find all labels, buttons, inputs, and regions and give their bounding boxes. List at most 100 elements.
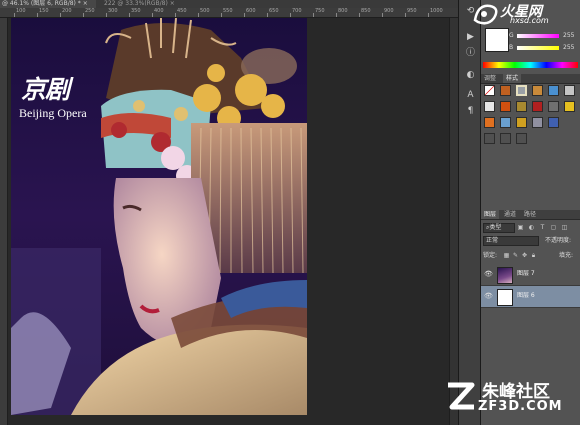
ruler-tick-label: 250 [85,8,95,14]
ruler-tick-mark [428,13,429,17]
style-swatch[interactable] [548,101,559,112]
style-swatch[interactable] [500,117,511,128]
logo-chinese-text: 京剧 [21,75,70,104]
ruler-tick-mark [267,13,268,17]
ruler-tick-mark [60,13,61,17]
ruler-tick-label: 550 [223,8,233,14]
layer-row-selected[interactable]: 👁︎ 图层 6 [481,286,580,308]
tab-layers[interactable]: 图层 [481,210,500,219]
style-swatch[interactable] [532,85,543,96]
opera-photo[interactable]: 京剧 Beijing Opera [11,18,307,415]
tab-channels[interactable]: 通道 [501,210,519,219]
slider-track[interactable] [517,46,559,50]
close-icon[interactable]: × [170,0,175,7]
watermark: 朱峰社区 ZF3D.COM [442,377,572,417]
style-swatch[interactable] [564,101,575,112]
ruler-tick-label: 650 [269,8,279,14]
style-swatch[interactable] [532,117,543,128]
ruler-tick-label: 800 [338,8,348,14]
style-swatch[interactable] [564,85,575,96]
ruler-tick-mark [175,13,176,17]
eye-icon[interactable]: 👁︎ [484,270,493,278]
blend-mode-select[interactable]: 正常 [483,236,539,246]
style-swatch[interactable] [500,101,511,112]
ruler-tick-mark [14,13,15,17]
slider-value[interactable]: 255 [563,44,574,52]
style-swatch[interactable] [500,85,511,96]
color-icon[interactable]: ◐ [465,70,476,81]
style-swatch[interactable] [500,133,511,144]
ruler-tick-label: 400 [154,8,164,14]
layer-name[interactable]: 图层 7 [517,270,535,278]
layer-thumbnail [497,289,513,306]
opacity-label: 不透明度: [545,237,572,244]
style-swatch[interactable] [516,101,527,112]
document-tab-label: @ 46.1% (图层 6, RGB/8) * [2,0,81,7]
lock-position-icon[interactable]: ✥ [521,252,528,259]
lock-paint-icon[interactable]: ✎ [512,252,519,259]
right-panels: G 255 B 255 调整 样式 图层 通道 路径 ⌕类型 ▣ ◐ T ▢ ◫… [481,0,580,425]
paragraph-icon[interactable]: ¶ [465,106,476,117]
ruler-tick-label: 850 [361,8,371,14]
style-swatch[interactable] [516,133,527,144]
ruler-tick-label: 1000 [430,8,443,14]
ruler-tick-label: 350 [131,8,141,14]
style-swatch[interactable] [484,133,495,144]
ruler-tick-label: 150 [39,8,49,14]
style-swatch[interactable] [532,101,543,112]
style-swatch[interactable] [484,101,495,112]
lock-label: 锁定: [483,252,498,259]
info-icon[interactable]: ⓘ [465,48,476,59]
style-swatch[interactable] [548,117,559,128]
ruler-tick-mark [37,13,38,17]
slider-letter: G [509,32,514,39]
actions-icon[interactable]: ▶ [465,32,476,43]
eye-icon[interactable]: 👁︎ [484,292,493,300]
lock-transparent-icon[interactable]: ▦ [503,252,510,259]
ruler-tick-label: 500 [200,8,210,14]
style-swatch[interactable] [548,85,559,96]
slider-track[interactable] [517,34,559,38]
document-tab-active[interactable]: @ 46.1% (图层 6, RGB/8) * × [0,0,96,8]
layer-name[interactable]: 图层 6 [517,292,535,300]
ruler-tick-mark [382,13,383,17]
ruler-tick-mark [290,13,291,17]
style-swatch-none[interactable] [484,85,495,96]
ruler-tick-mark [129,13,130,17]
tab-paths[interactable]: 路径 [521,210,539,219]
fill-label: 填充: [559,252,574,259]
color-spectrum-bar[interactable] [483,62,578,68]
character-icon[interactable]: A [465,90,476,101]
ruler-tick-label: 200 [62,8,72,14]
layer-filter-select[interactable]: ⌕类型 [483,223,515,233]
layer-row[interactable]: 👁︎ 图层 7 [481,264,580,286]
filter-smart-object-icon[interactable]: ◫ [561,224,568,231]
foreground-color-swatch[interactable] [485,28,509,52]
zf3d-logo-icon [448,382,475,410]
logo-english-text: Beijing Opera [19,106,87,120]
canvas-scrollbar[interactable] [449,18,458,425]
tab-adjustments[interactable]: 调整 [481,74,499,83]
filter-adjustment-icon[interactable]: ◐ [528,224,535,231]
style-swatch[interactable] [484,117,495,128]
slider-value[interactable]: 255 [563,32,574,40]
ruler-tick-mark [198,13,199,17]
ruler-tick-mark [83,13,84,17]
filter-type-icon[interactable]: T [539,224,546,231]
ruler-tick-mark [221,13,222,17]
ruler-tick-mark [405,13,406,17]
document-tab-bar: @ 46.1% (图层 6, RGB/8) * × 222 @ 33.3%(RG… [0,0,458,8]
filter-pixel-icon[interactable]: ▣ [517,224,524,231]
style-swatch-selected[interactable] [516,85,527,96]
watermark-url: ZF3D.COM [478,399,563,414]
filter-shape-icon[interactable]: ▢ [550,224,557,231]
close-icon[interactable]: × [83,0,88,7]
style-swatch[interactable] [516,117,527,128]
ruler-tick-label: 300 [108,8,118,14]
document-tab-inactive[interactable]: 222 @ 33.3%(RGB/8) × [100,0,220,8]
ruler-tick-label: 900 [384,8,394,14]
ruler-tick-mark [244,13,245,17]
blend-mode-value: 正常 [486,237,499,244]
tab-styles[interactable]: 样式 [503,74,522,83]
lock-all-icon[interactable]: 🔒︎ [530,252,537,259]
